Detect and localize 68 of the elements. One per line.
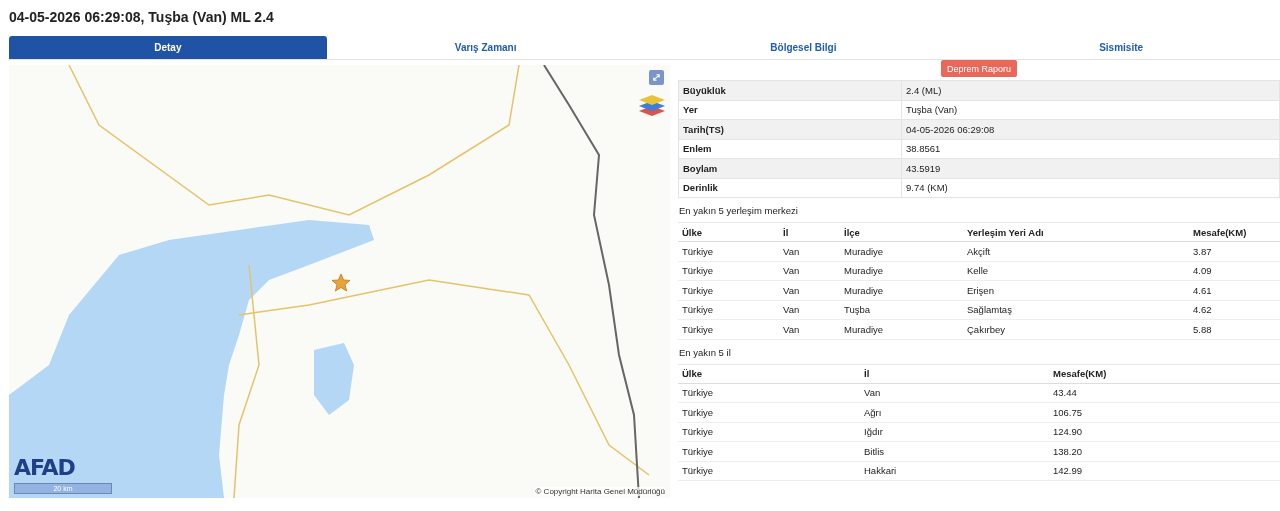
table-cell: 38.8561	[901, 139, 1280, 159]
table-cell: Tuşba (Van)	[901, 100, 1280, 120]
table-cell: Bitlis	[860, 441, 1049, 461]
table-cell: 4.62	[1189, 300, 1280, 320]
column-header: İl	[860, 364, 1049, 383]
table-cell: Boylam	[678, 158, 902, 178]
table-cell: Türkiye	[678, 280, 779, 300]
table-cell: Van	[779, 319, 840, 339]
table-cell: Türkiye	[678, 261, 779, 281]
table-cell: Yer	[678, 100, 902, 120]
table-cell: Türkiye	[678, 241, 779, 261]
column-header: Ülke	[678, 364, 860, 383]
expand-icon	[652, 73, 661, 82]
table-cell: Türkiye	[678, 300, 779, 320]
table-cell: Muradiye	[840, 280, 963, 300]
table-cell: Türkiye	[678, 422, 860, 442]
table-cell: Sağlamtaş	[963, 300, 1189, 320]
table-cell: 43.44	[1049, 383, 1280, 403]
table-cell: 2.4 (ML)	[901, 80, 1280, 100]
table-cell: Van	[779, 300, 840, 320]
logo: AFAD	[14, 455, 75, 480]
table-cell: 9.74 (KM)	[901, 178, 1280, 198]
table-caption: En yakın 5 il	[678, 345, 732, 360]
table-cell: 4.61	[1189, 280, 1280, 300]
table-cell: 138.20	[1049, 441, 1280, 461]
tab[interactable]: Detay	[9, 36, 327, 59]
table-cell: Muradiye	[840, 241, 963, 261]
table-cell: Türkiye	[678, 441, 860, 461]
page-title: 04-05-2026 06:29:08, Tuşba (Van) ML 2.4	[8, 8, 275, 27]
table-cell: Tuşba	[840, 300, 963, 320]
table-cell: 106.75	[1049, 402, 1280, 422]
table-cell: Akçift	[963, 241, 1189, 261]
table-cell: Muradiye	[840, 261, 963, 281]
column-header: Mesafe(KM)	[1189, 222, 1280, 242]
table-cell: 124.90	[1049, 422, 1280, 442]
star-icon	[331, 273, 351, 293]
table-cell: 3.87	[1189, 241, 1280, 261]
table-cell: Tarih(TS)	[678, 119, 902, 139]
table-cell: Erişen	[963, 280, 1189, 300]
map-attribution: © Copyright Harita Genel Müdürlüğü	[535, 487, 665, 496]
table-cell: Türkiye	[678, 461, 860, 481]
table-cell: Çakırbey	[963, 319, 1189, 339]
table-cell: Van	[860, 383, 1049, 403]
table-caption: En yakın 5 yerleşim merkezi	[678, 204, 799, 218]
table-cell: 142.99	[1049, 461, 1280, 481]
column-header: Yerleşim Yeri Adı	[963, 222, 1189, 242]
column-header: İl	[779, 222, 840, 242]
column-header: Mesafe(KM)	[1049, 364, 1280, 383]
expand-button[interactable]	[649, 70, 664, 85]
table-cell: Büyüklük	[678, 80, 902, 100]
table-cell: 4.09	[1189, 261, 1280, 281]
table-cell: Van	[779, 280, 840, 300]
column-header: İlçe	[840, 222, 963, 242]
table-cell: Türkiye	[678, 402, 860, 422]
table-cell: Enlem	[678, 139, 902, 159]
table-cell: Türkiye	[678, 319, 779, 339]
table-cell: Iğdır	[860, 422, 1049, 442]
column-header: Ülke	[678, 222, 779, 242]
table-cell: Van	[779, 241, 840, 261]
table-cell: Hakkari	[860, 461, 1049, 481]
table-cell: Kelle	[963, 261, 1189, 281]
table-cell: Van	[779, 261, 840, 281]
table-cell: Ağrı	[860, 402, 1049, 422]
table-cell: 5.88	[1189, 319, 1280, 339]
table-cell: Derinlik	[678, 178, 902, 198]
layers-icon[interactable]	[638, 93, 666, 117]
table-cell: Türkiye	[678, 383, 860, 403]
table-cell: Muradiye	[840, 319, 963, 339]
